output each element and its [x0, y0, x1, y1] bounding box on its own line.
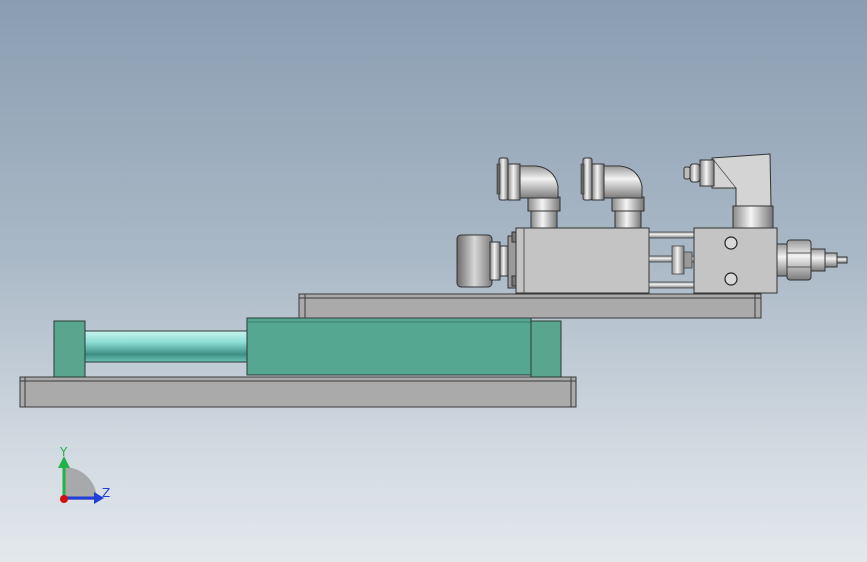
triad-quadrant-shape — [64, 467, 97, 500]
origin-icon — [60, 495, 68, 503]
y-axis-label: Y — [59, 445, 68, 459]
z-axis-label: Z — [102, 486, 110, 500]
coordinate-triad: Y Z — [58, 445, 110, 504]
cad-viewport[interactable]: Y Z — [0, 0, 867, 562]
